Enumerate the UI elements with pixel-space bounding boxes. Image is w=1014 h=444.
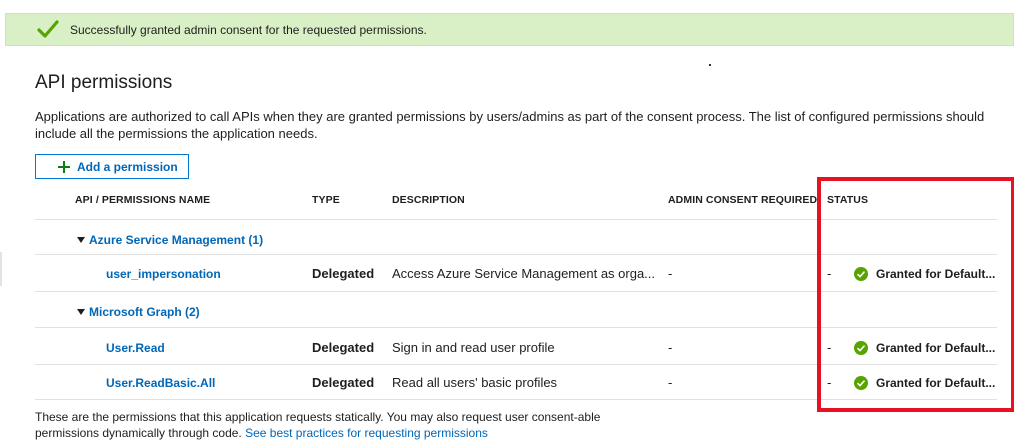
add-permission-button[interactable]: Add a permission	[35, 154, 189, 179]
panel-edge	[0, 252, 2, 286]
best-practices-link[interactable]: See best practices for requesting permis…	[245, 426, 488, 440]
group-label: Microsoft Graph (2)	[89, 305, 200, 319]
admin-consent-value: -	[668, 375, 673, 390]
check-icon	[37, 20, 59, 38]
page-description: Applications are authorized to call APIs…	[35, 109, 985, 141]
status-column-highlight	[817, 177, 1014, 412]
permission-type: Delegated	[312, 340, 375, 355]
add-permission-label: Add a permission	[77, 159, 178, 174]
plus-icon	[58, 160, 70, 173]
admin-consent-value: -	[668, 340, 673, 355]
admin-consent-value: -	[668, 266, 673, 281]
chevron-down-icon	[77, 237, 85, 243]
permission-type: Delegated	[312, 266, 375, 281]
stray-dot	[709, 64, 711, 66]
banner-message: Successfully granted admin consent for t…	[70, 23, 427, 37]
success-notification-banner: Successfully granted admin consent for t…	[5, 13, 1014, 46]
col-header-name: API / PERMISSIONS NAME	[75, 194, 211, 206]
footer-note: These are the permissions that this appl…	[35, 409, 635, 441]
col-header-description: DESCRIPTION	[392, 194, 465, 206]
permission-type: Delegated	[312, 375, 375, 390]
permission-description: Read all users' basic profiles	[392, 375, 558, 390]
permission-description: Sign in and read user profile	[392, 340, 555, 355]
group-azure-service-management[interactable]: Azure Service Management (1)	[77, 233, 263, 247]
group-microsoft-graph[interactable]: Microsoft Graph (2)	[77, 305, 200, 319]
permission-description: Access Azure Service Management as orga.…	[392, 266, 656, 281]
page-title: API permissions	[35, 72, 173, 93]
group-label: Azure Service Management (1)	[89, 233, 264, 247]
col-header-type: TYPE	[312, 194, 340, 206]
chevron-down-icon	[77, 309, 85, 315]
permission-name-link[interactable]: User.Read	[106, 341, 165, 355]
permission-name-link[interactable]: user_impersonation	[106, 267, 221, 281]
col-header-admin-consent: ADMIN CONSENT REQUIRED	[668, 194, 818, 206]
permission-name-link[interactable]: User.ReadBasic.All	[106, 376, 215, 390]
